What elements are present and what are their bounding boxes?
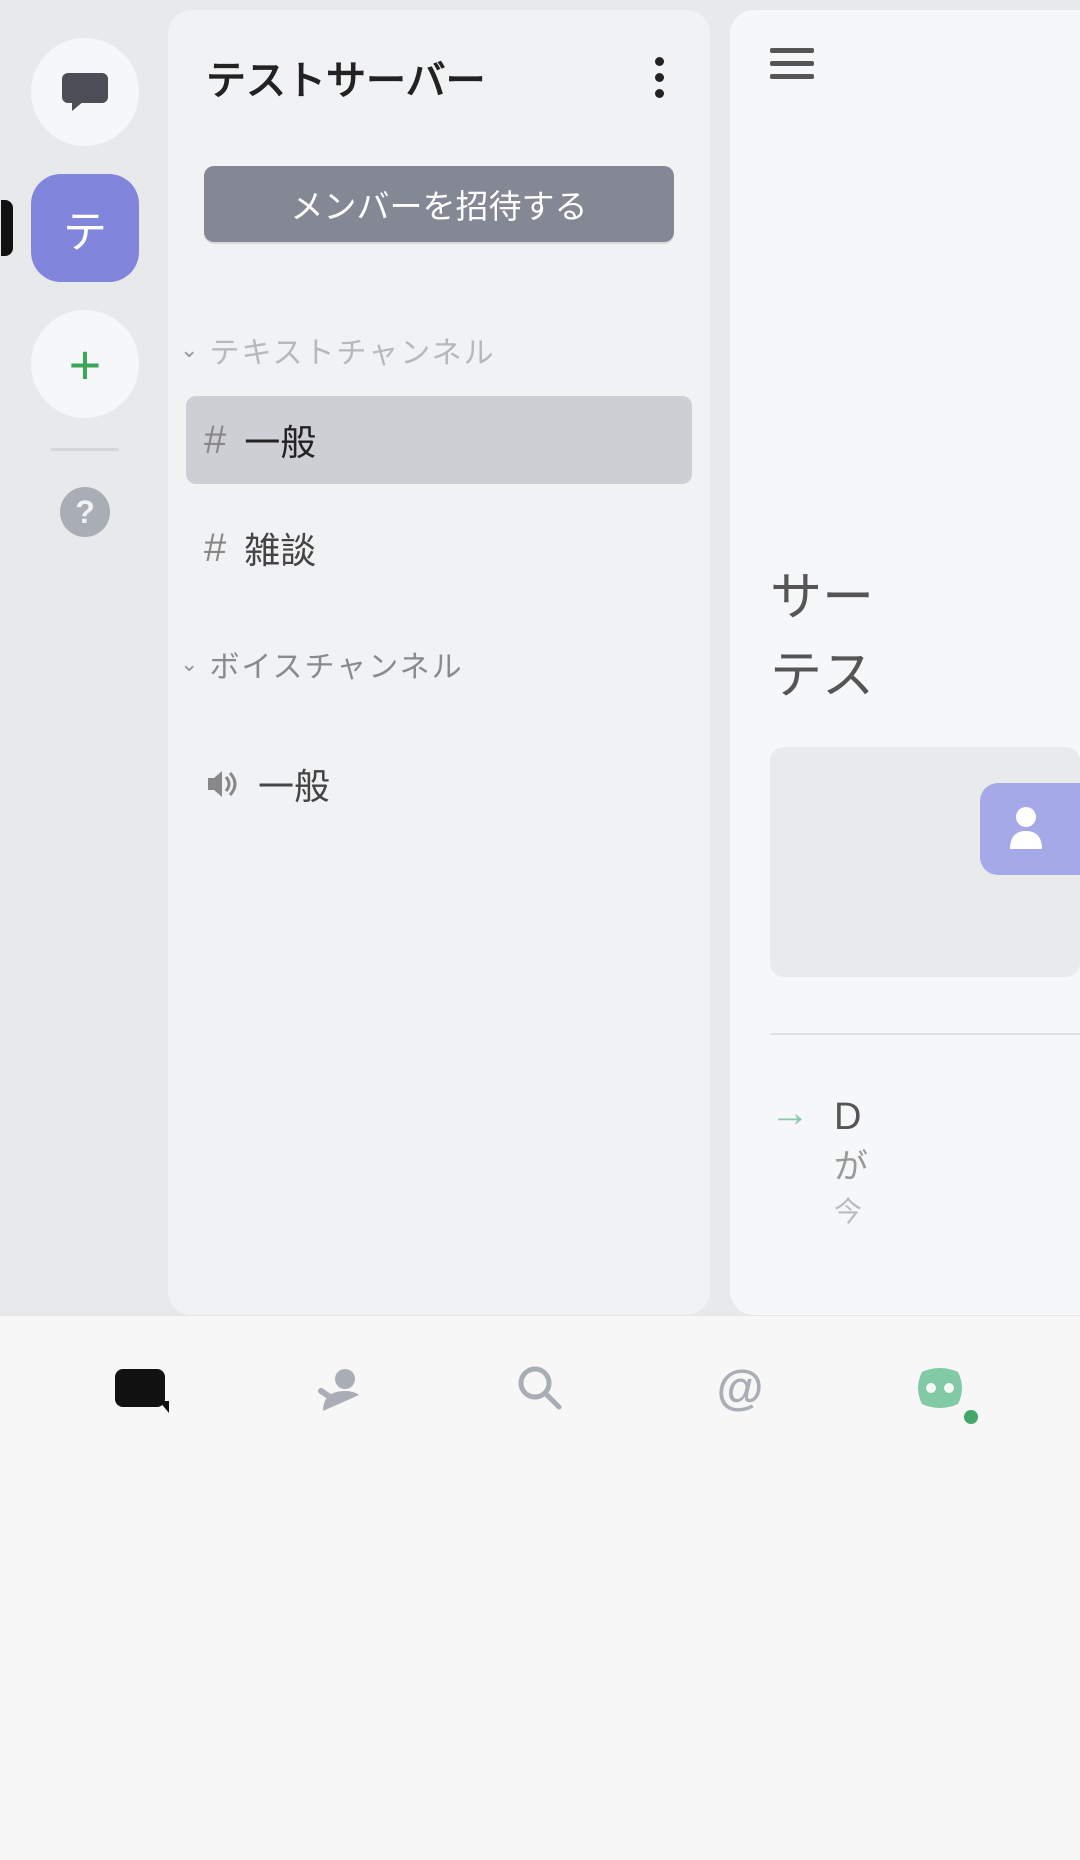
chevron-down-icon: ⌄	[180, 651, 199, 677]
content-title: サー テス	[770, 559, 1080, 715]
menu-button[interactable]	[770, 48, 814, 79]
add-server-button[interactable]: +	[31, 310, 139, 418]
channel-panel: テストサーバー メンバーを招待する ⌄ テキストチャンネル # 一般 # 雑談 …	[168, 10, 710, 1315]
content-divider	[770, 1033, 1080, 1035]
content-card	[770, 747, 1080, 977]
chat-bubble-icon	[60, 71, 110, 113]
channel-name: 雑談	[244, 522, 316, 574]
server-rail: テ + ?	[0, 0, 170, 1320]
text-channel-general[interactable]: # 一般	[186, 396, 692, 484]
hash-icon: #	[204, 418, 226, 463]
system-message: → D が 今	[770, 1091, 1080, 1231]
voice-channel-general[interactable]: 一般	[186, 740, 692, 828]
hamburger-icon	[770, 48, 814, 53]
server-button[interactable]: テ	[31, 174, 139, 282]
hash-icon: #	[204, 526, 226, 571]
discord-logo-icon	[115, 1369, 165, 1407]
plus-icon: +	[69, 332, 102, 397]
nav-home[interactable]	[104, 1352, 176, 1424]
voice-channel-list: 一般	[168, 740, 710, 828]
at-icon: @	[717, 1361, 764, 1416]
content-panel: サー テス → D が 今	[730, 10, 1080, 1315]
nav-friends-tab[interactable]	[304, 1352, 376, 1424]
server-name: テストサーバー	[206, 48, 486, 106]
arrow-right-icon: →	[770, 1091, 810, 1136]
dots-icon	[655, 57, 664, 66]
bottom-nav: @	[0, 1315, 1080, 1860]
dm-button[interactable]	[31, 38, 139, 146]
text-category[interactable]: ⌄ テキストチャンネル	[168, 328, 710, 372]
nav-mentions[interactable]: @	[704, 1352, 776, 1424]
person-icon	[1000, 799, 1060, 859]
voice-category[interactable]: ⌄ ボイスチャンネル	[168, 642, 710, 686]
text-channel-list: # 一般 # 雑談	[168, 396, 710, 592]
online-badge-icon	[960, 1406, 982, 1428]
server-options-button[interactable]	[647, 49, 672, 106]
channel-name: 一般	[258, 758, 330, 810]
channel-name: 一般	[244, 414, 316, 466]
rail-divider	[51, 448, 119, 451]
chevron-down-icon: ⌄	[180, 337, 199, 363]
text-category-label: テキストチャンネル	[209, 328, 495, 372]
invite-button[interactable]: メンバーを招待する	[204, 166, 674, 242]
question-icon: ?	[75, 494, 95, 531]
server-initial: テ	[63, 196, 107, 260]
content-card-button[interactable]	[980, 783, 1080, 875]
nav-profile[interactable]	[904, 1352, 976, 1424]
text-channel-chat[interactable]: # 雑談	[186, 504, 692, 592]
server-active-indicator	[1, 200, 13, 256]
voice-category-label: ボイスチャンネル	[209, 642, 463, 686]
help-button[interactable]: ?	[60, 487, 110, 537]
server-header: テストサーバー	[168, 10, 710, 106]
nav-search[interactable]	[504, 1352, 576, 1424]
search-icon	[515, 1363, 565, 1413]
speaker-icon	[204, 766, 240, 802]
discord-face-icon	[912, 1366, 968, 1410]
friends-icon	[315, 1363, 365, 1413]
